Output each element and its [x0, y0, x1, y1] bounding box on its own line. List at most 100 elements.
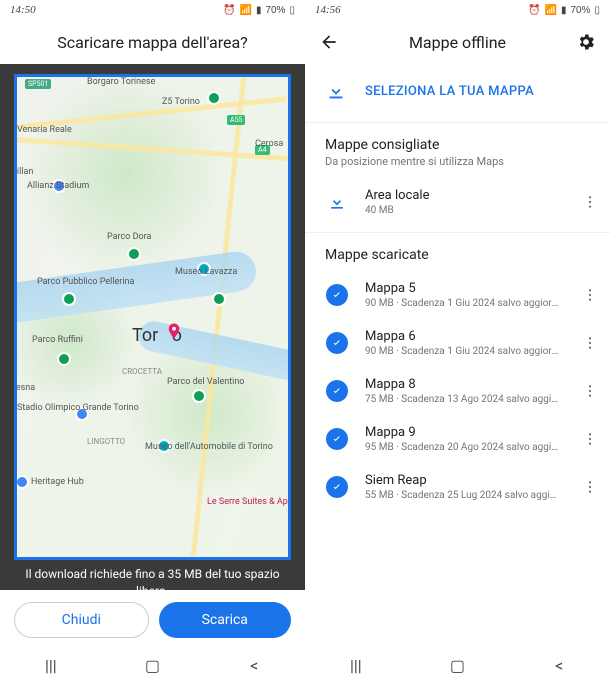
map-item-name: Mappa 6	[365, 329, 562, 344]
map-canvas[interactable]: SP501 A55 A4 Borgaro Torinese Z5 Torino …	[17, 77, 288, 557]
check-badge-icon	[325, 284, 349, 306]
downloaded-maps-list: Mappa 5 90 MB · Scadenza 1 Giu 2024 salvo…	[305, 271, 610, 511]
battery-icon: ▯	[289, 5, 295, 16]
status-bar: 14:50 ⏰ 📶 ▮ 70% ▯	[0, 0, 305, 20]
poi-icon	[15, 475, 29, 489]
map-label: Heritage Hub	[31, 477, 84, 487]
map-item-meta: 75 MB · Scadenza 13 Ago 2024 salvo aggio…	[365, 394, 562, 405]
more-options-button[interactable]	[578, 190, 602, 214]
poi-icon	[57, 352, 71, 366]
map-item-meta: 95 MB · Scadenza 20 Ago 2024 salvo aggio…	[365, 442, 562, 453]
button-row: Chiudi Scarica	[0, 590, 305, 650]
page-title: Mappe offline	[353, 33, 562, 52]
map-item-meta: 90 MB · Scadenza 1 Giu 2024 salvo aggior…	[365, 298, 562, 309]
poi-icon	[192, 389, 206, 403]
download-button[interactable]: Scarica	[159, 602, 292, 638]
map-label: Museo dell'Automobile di Torino	[145, 442, 273, 452]
check-badge-icon	[325, 380, 349, 402]
map-label: Parco Pubblico Pellerina	[37, 277, 134, 287]
map-item-name: Mappa 8	[365, 377, 562, 392]
downloaded-section-title: Mappe scaricate	[305, 233, 610, 271]
map-label: Allianz Stadium	[27, 181, 89, 191]
back-button[interactable]: <	[549, 655, 569, 675]
back-button[interactable]: <	[244, 655, 264, 675]
map-label: Parco Dora	[107, 232, 151, 242]
phone-right-offline-maps: 14:56 ⏰ 📶 ▮ 70% ▯ Mappe offline	[305, 0, 610, 680]
signal-icon: ▮	[561, 5, 567, 16]
home-button[interactable]: ▢	[447, 655, 467, 675]
settings-gear-button[interactable]	[574, 30, 598, 54]
map-label: Venaria Reale	[17, 125, 72, 135]
more-options-button[interactable]	[578, 283, 602, 307]
map-label: Parco Ruffini	[32, 335, 83, 345]
check-badge-icon	[325, 476, 349, 498]
select-map-label: SELEZIONA LA TUA MAPPA	[365, 84, 534, 99]
map-label: Cerosa	[255, 139, 283, 149]
map-download-body: SP501 A55 A4 Borgaro Torinese Z5 Torino …	[0, 64, 305, 650]
map-selection-frame[interactable]: SP501 A55 A4 Borgaro Torinese Z5 Torino …	[14, 74, 291, 560]
downloaded-map-item[interactable]: Siem Reap 55 MB · Scadenza 25 Lug 2024 sa…	[305, 463, 610, 511]
select-your-map-button[interactable]: SELEZIONA LA TUA MAPPA	[305, 64, 610, 122]
downloaded-map-item[interactable]: Mappa 5 90 MB · Scadenza 1 Giu 2024 salvo…	[305, 271, 610, 319]
map-label: aillan	[14, 167, 33, 177]
map-label: Parco del Valentino	[167, 377, 244, 387]
more-options-button[interactable]	[578, 427, 602, 451]
map-label: Le Serre Suites & Apartments	[207, 497, 291, 507]
more-options-button[interactable]	[578, 331, 602, 355]
map-label: LINGOTTO	[87, 437, 125, 446]
back-arrow-button[interactable]	[317, 30, 341, 54]
more-options-button[interactable]	[578, 379, 602, 403]
alarm-icon: ⏰	[528, 5, 540, 16]
signal-icon: ▮	[256, 5, 262, 16]
status-bar: 14:56 ⏰ 📶 ▮ 70% ▯	[305, 0, 610, 20]
header-left: Scaricare mappa dell'area?	[0, 20, 305, 64]
downloaded-map-item[interactable]: Mappa 6 90 MB · Scadenza 1 Giu 2024 salvo…	[305, 319, 610, 367]
recommended-map-item[interactable]: Area locale 40 MB	[305, 178, 610, 226]
recents-button[interactable]: |||	[41, 655, 61, 675]
battery-text: 70%	[265, 5, 285, 16]
map-item-meta: 90 MB · Scadenza 1 Giu 2024 salvo aggior…	[365, 346, 562, 357]
map-label: Stadio Olimpico Grande Torino	[17, 403, 139, 413]
home-button[interactable]: ▢	[142, 655, 162, 675]
map-label: Museo Lavazza	[175, 267, 237, 277]
check-badge-icon	[325, 332, 349, 354]
map-item-name: Area locale	[365, 188, 562, 203]
road-badge: SP501	[25, 79, 51, 89]
status-right: ⏰ 📶 ▮ 70% ▯	[528, 5, 600, 16]
phone-left-download-area: 14:50 ⏰ 📶 ▮ 70% ▯ Scaricare mappa dell'a…	[0, 0, 305, 680]
header-right: Mappe offline	[305, 20, 610, 64]
map-item-name: Mappa 9	[365, 425, 562, 440]
location-pin-icon	[165, 319, 183, 337]
close-button[interactable]: Chiudi	[14, 602, 149, 638]
map-item-meta: 40 MB	[365, 205, 562, 216]
android-navbar: ||| ▢ <	[305, 650, 610, 680]
downloaded-map-item[interactable]: Mappa 8 75 MB · Scadenza 13 Ago 2024 salv…	[305, 367, 610, 415]
offline-maps-body: SELEZIONA LA TUA MAPPA Mappe consigliate…	[305, 64, 610, 650]
map-item-meta: 55 MB · Scadenza 25 Lug 2024 salvo aggio…	[365, 490, 562, 501]
recommended-section-subtitle: Da posizione mentre si utilizza Maps	[305, 155, 610, 178]
android-navbar: ||| ▢ <	[0, 650, 305, 680]
map-label: Z5 Torino	[162, 97, 200, 107]
poi-icon	[212, 292, 226, 306]
status-time: 14:50	[10, 4, 36, 16]
road-badge: A55	[227, 115, 245, 125]
page-title: Scaricare mappa dell'area?	[12, 33, 293, 52]
poi-icon	[62, 292, 76, 306]
map-label: CROCETTA	[122, 367, 162, 376]
recommended-section-title: Mappe consigliate	[305, 123, 610, 155]
map-item-name: Siem Reap	[365, 473, 562, 488]
alarm-icon: ⏰	[223, 5, 235, 16]
poi-icon	[207, 91, 221, 105]
map-item-name: Mappa 5	[365, 281, 562, 296]
recents-button[interactable]: |||	[346, 655, 366, 675]
wifi-icon: 📶	[240, 5, 252, 16]
battery-text: 70%	[570, 5, 590, 16]
downloaded-map-item[interactable]: Mappa 9 95 MB · Scadenza 20 Ago 2024 salv…	[305, 415, 610, 463]
poi-icon	[127, 247, 141, 261]
map-label: Borgaro Torinese	[87, 77, 155, 87]
map-label: Lesna	[14, 383, 35, 393]
more-options-button[interactable]	[578, 475, 602, 499]
wifi-icon: 📶	[545, 5, 557, 16]
check-badge-icon	[325, 428, 349, 450]
battery-icon: ▯	[594, 5, 600, 16]
